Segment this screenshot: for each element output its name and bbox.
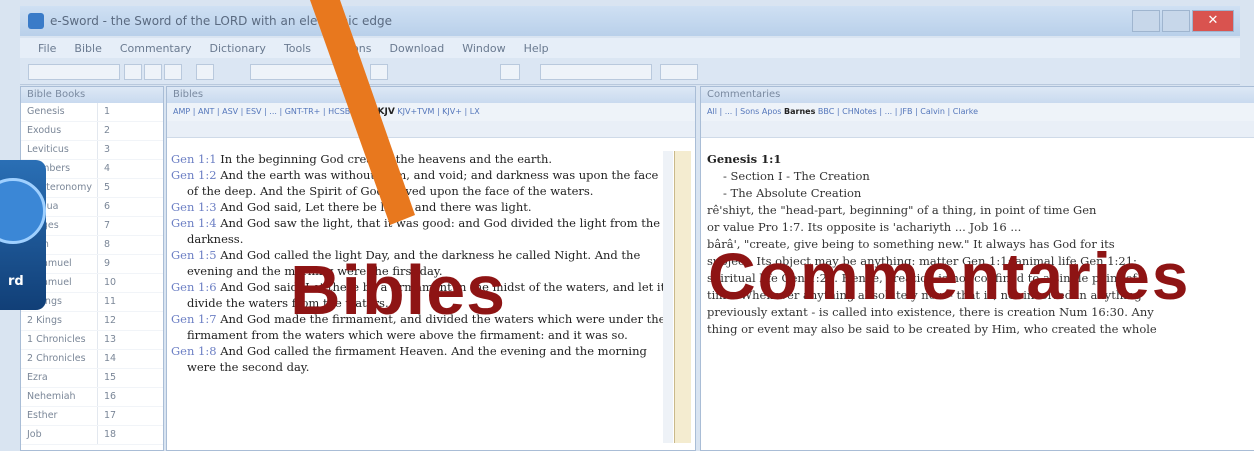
- book-name[interactable]: Ezra: [21, 369, 97, 387]
- maximize-button[interactable]: [1162, 10, 1190, 32]
- toolbar-button[interactable]: [500, 64, 520, 80]
- chapter-number[interactable]: 16: [97, 388, 134, 406]
- book-row[interactable]: 2 Chronicles 14: [21, 350, 163, 369]
- books-panel-title: Bible Books: [21, 87, 163, 103]
- verse-ref[interactable]: Gen 1:8: [171, 344, 217, 358]
- commentary-toolbar[interactable]: [701, 121, 1254, 138]
- chapter-number[interactable]: 6: [97, 198, 134, 216]
- window-controls: ✕: [1132, 10, 1234, 32]
- logo-text: rd: [8, 274, 24, 289]
- book-name[interactable]: Genesis: [21, 103, 97, 121]
- verse-ref[interactable]: Gen 1:5: [171, 248, 217, 262]
- chapter-number[interactable]: 8: [97, 236, 134, 254]
- chapter-number[interactable]: 1: [97, 103, 134, 121]
- chapter-number[interactable]: 10: [97, 274, 134, 292]
- chapter-number[interactable]: 4: [97, 160, 134, 178]
- book-name[interactable]: Leviticus: [21, 141, 97, 159]
- commentary-line: - Section I - The Creation: [723, 169, 870, 183]
- window-titlebar[interactable]: e-Sword - the Sword of the LORD with an …: [20, 6, 1240, 36]
- layout-buttons[interactable]: [540, 64, 652, 80]
- chapter-number[interactable]: 11: [97, 293, 134, 311]
- verse-ref[interactable]: Gen 1:4: [171, 216, 217, 230]
- book-row[interactable]: Job 18: [21, 426, 163, 445]
- commentaries-overlay-label: Commentaries: [708, 239, 1191, 313]
- chapter-number[interactable]: 17: [97, 407, 134, 425]
- book-name[interactable]: 2 Chronicles: [21, 350, 97, 368]
- book-row[interactable]: Ezra 15: [21, 369, 163, 388]
- book-name[interactable]: 2 Kings: [21, 312, 97, 330]
- chapter-number[interactable]: 9: [97, 255, 134, 273]
- search-icon[interactable]: [196, 64, 214, 80]
- commentary-tabs[interactable]: All | ... | Sons Apos Barnes BBC | CHNot…: [701, 103, 1254, 121]
- verse-ref[interactable]: Gen 1:2: [171, 168, 217, 182]
- toolbar-button[interactable]: [660, 64, 698, 80]
- commentary-line: rê'shiyt, the "head-part, beginning" of …: [707, 203, 1097, 217]
- chapter-number[interactable]: 14: [97, 350, 134, 368]
- book-name[interactable]: Job: [21, 426, 97, 444]
- chapter-number[interactable]: 18: [97, 426, 134, 444]
- book-row[interactable]: 2 Kings 12: [21, 312, 163, 331]
- book-row[interactable]: Genesis 1: [21, 103, 163, 122]
- chapter-number[interactable]: 7: [97, 217, 134, 235]
- book-row[interactable]: Exodus 2: [21, 122, 163, 141]
- minimize-button[interactable]: [1132, 10, 1160, 32]
- logo-globe-icon: [0, 178, 46, 244]
- back-button[interactable]: [144, 64, 162, 80]
- menu-item-window[interactable]: Window: [462, 42, 505, 55]
- bibles-overlay-label: Bibles: [290, 251, 507, 329]
- chapter-number[interactable]: 3: [97, 141, 134, 159]
- verse-text: And God called the firmament Heaven. And…: [187, 344, 647, 374]
- book-row[interactable]: Nehemiah 16: [21, 388, 163, 407]
- book-row[interactable]: Esther 17: [21, 407, 163, 426]
- bible-scrollbar[interactable]: [663, 151, 673, 443]
- app-icon: [28, 13, 44, 29]
- chapter-number[interactable]: 15: [97, 369, 134, 387]
- chapter-number[interactable]: 2: [97, 122, 134, 140]
- e-sword-logo: rd: [0, 160, 46, 310]
- book-name[interactable]: Exodus: [21, 122, 97, 140]
- arrow-icon: [310, 0, 415, 225]
- menu-item-help[interactable]: Help: [524, 42, 549, 55]
- commentary-line: - The Absolute Creation: [723, 186, 862, 200]
- book-name[interactable]: Esther: [21, 407, 97, 425]
- verse-ref[interactable]: Gen 1:6: [171, 280, 217, 294]
- commentary-heading: Genesis 1:1: [707, 152, 782, 166]
- close-button[interactable]: ✕: [1192, 10, 1234, 32]
- toolbar-button[interactable]: [124, 64, 142, 80]
- tab-barnes[interactable]: Barnes: [784, 107, 815, 116]
- book-name[interactable]: Nehemiah: [21, 388, 97, 406]
- forward-button[interactable]: [164, 64, 182, 80]
- verse-ref[interactable]: Gen 1:3: [171, 200, 217, 214]
- verse-ref[interactable]: Gen 1:7: [171, 312, 217, 326]
- search-combobox[interactable]: [28, 64, 120, 80]
- commentary-line: thing or event may also be said to be cr…: [707, 322, 1157, 336]
- commentary-tab-list[interactable]: All | ... | Sons Apos: [707, 107, 781, 116]
- menu-item-commentary[interactable]: Commentary: [120, 42, 192, 55]
- chapter-number[interactable]: 12: [97, 312, 134, 330]
- toolbar: [20, 58, 1240, 85]
- bible-vertical-tabs[interactable]: [674, 151, 691, 443]
- commentary-line: or value Pro 1:7. Its opposite is 'achar…: [707, 220, 1022, 234]
- menu-item-file[interactable]: File: [38, 42, 56, 55]
- book-row[interactable]: Leviticus 3: [21, 141, 163, 160]
- verse[interactable]: Gen 1:8 And God called the firmament Hea…: [171, 343, 666, 375]
- menu-item-bible[interactable]: Bible: [74, 42, 101, 55]
- verse-ref[interactable]: Gen 1:1: [171, 152, 217, 166]
- commentary-tab-list-2[interactable]: BBC | CHNotes | ... | JFB | Calvin | Cla…: [818, 107, 978, 116]
- chapter-number[interactable]: 13: [97, 331, 134, 349]
- chapter-number[interactable]: 5: [97, 179, 134, 197]
- book-name[interactable]: 1 Chronicles: [21, 331, 97, 349]
- commentary-panel-title: Commentaries: [701, 87, 1254, 103]
- menu-bar: FileBibleCommentaryDictionaryToolsOption…: [20, 38, 1240, 58]
- book-row[interactable]: 1 Chronicles 13: [21, 331, 163, 350]
